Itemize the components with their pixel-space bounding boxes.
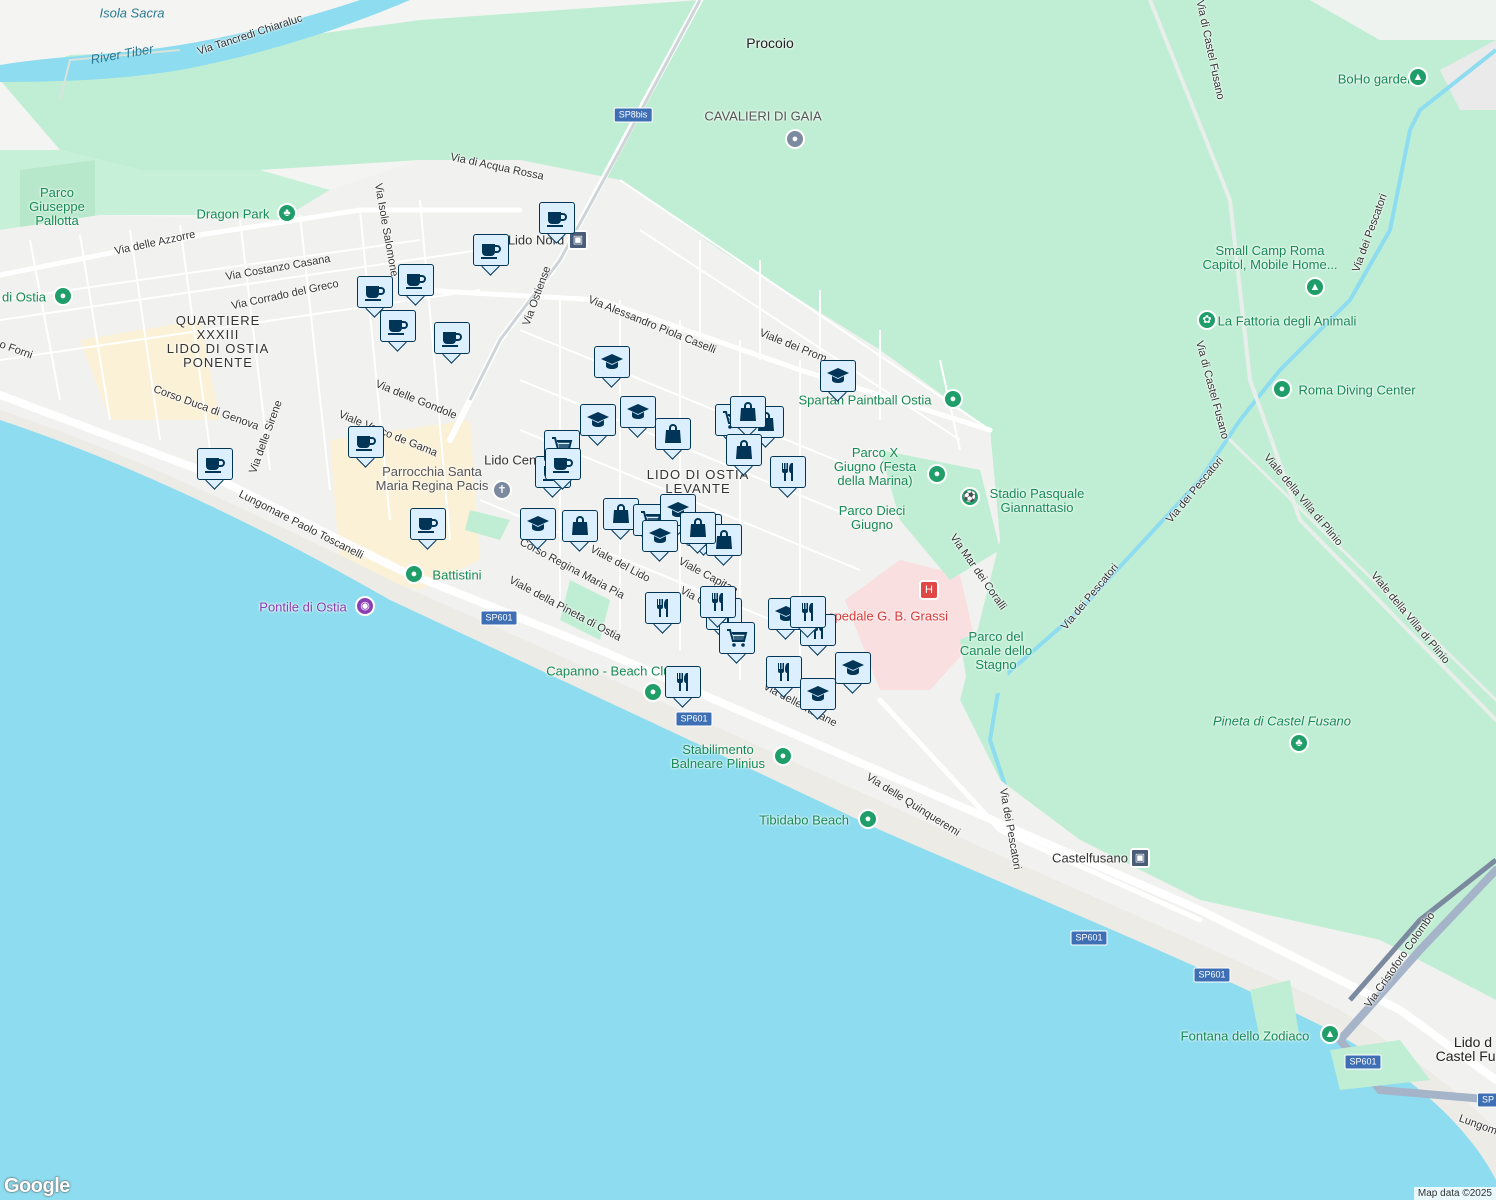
paw-icon[interactable]: ✿: [1197, 310, 1217, 330]
coffee-marker[interactable]: [539, 202, 575, 244]
shopping-icon: [613, 504, 629, 523]
coffee-marker[interactable]: [473, 234, 509, 276]
shopping-icon: [665, 424, 681, 443]
coffee-marker[interactable]: [410, 508, 446, 550]
cart-marker[interactable]: [719, 622, 755, 664]
coffee-icon: [406, 274, 426, 289]
park-pin-icon[interactable]: ●: [927, 464, 947, 484]
coffee-icon: [442, 332, 462, 347]
school-marker[interactable]: [642, 520, 678, 562]
camera-icon[interactable]: ◉: [355, 596, 375, 616]
coffee-marker[interactable]: [380, 310, 416, 352]
shopping-icon: [740, 402, 756, 421]
map-attribution[interactable]: Map data ©2025: [1413, 1187, 1496, 1200]
restaurant-marker[interactable]: [700, 586, 736, 628]
shopping-icon: [736, 440, 752, 459]
school-marker[interactable]: [620, 396, 656, 438]
road-shield: SP601: [1344, 1054, 1382, 1070]
campground-icon[interactable]: ▲: [1305, 277, 1325, 297]
school-icon: [627, 404, 649, 419]
monument-icon[interactable]: ▲: [1320, 1024, 1340, 1044]
school-icon: [527, 516, 549, 531]
restaurant-icon: [778, 663, 789, 681]
google-logo: Google: [4, 1175, 70, 1197]
place-pin-icon[interactable]: ●: [785, 129, 805, 149]
school-marker[interactable]: [820, 360, 856, 402]
shopping-icon: [690, 518, 706, 537]
road-shield: SP: [1476, 1092, 1496, 1108]
shopping-marker[interactable]: [730, 396, 766, 438]
coffee-marker[interactable]: [197, 448, 233, 490]
coffee-icon: [365, 286, 385, 301]
tree-icon[interactable]: ♣: [1289, 733, 1309, 753]
school-icon: [807, 686, 829, 701]
park-pin-icon[interactable]: ●: [943, 389, 963, 409]
restaurant-marker[interactable]: [790, 596, 826, 638]
campground-icon[interactable]: ▲: [1408, 67, 1428, 87]
restaurant-icon: [677, 673, 688, 691]
stadium-icon[interactable]: ⚽: [960, 487, 980, 507]
shopping-marker[interactable]: [726, 434, 762, 476]
coffee-icon: [418, 518, 438, 533]
park-pin-icon[interactable]: ●: [643, 682, 663, 702]
park-pin-icon[interactable]: ●: [858, 809, 878, 829]
coffee-icon: [356, 436, 376, 451]
church-icon[interactable]: ✝: [492, 480, 512, 500]
coffee-marker[interactable]: [434, 322, 470, 364]
school-marker[interactable]: [580, 404, 616, 446]
tree-icon[interactable]: ♣: [277, 203, 297, 223]
restaurant-icon: [657, 599, 668, 617]
coffee-icon: [481, 244, 501, 259]
school-marker[interactable]: [835, 652, 871, 694]
park-pin-icon[interactable]: ●: [773, 746, 793, 766]
restaurant-marker[interactable]: [665, 666, 701, 708]
school-icon: [842, 660, 864, 675]
hospital-icon[interactable]: H: [919, 580, 939, 600]
coffee-icon: [205, 458, 225, 473]
school-marker[interactable]: [800, 678, 836, 720]
park-pin-icon[interactable]: ●: [404, 564, 424, 584]
road-shield: SP601: [480, 610, 518, 626]
school-icon: [827, 368, 849, 383]
restaurant-marker[interactable]: [766, 656, 802, 698]
coffee-marker[interactable]: [545, 448, 581, 490]
coffee-marker[interactable]: [398, 264, 434, 306]
school-icon: [587, 412, 609, 427]
road-shield: SP8bis: [613, 107, 653, 123]
park-pin-icon[interactable]: ●: [1272, 379, 1292, 399]
school-marker[interactable]: [594, 346, 630, 388]
coffee-marker[interactable]: [357, 276, 393, 318]
road-shield: SP601: [1070, 930, 1108, 946]
map-canvas[interactable]: [0, 0, 1496, 1200]
coffee-icon: [547, 212, 567, 227]
park-pin-icon[interactable]: ●: [53, 286, 73, 306]
restaurant-marker[interactable]: [770, 456, 806, 498]
school-icon: [649, 528, 671, 543]
restaurant-marker[interactable]: [645, 592, 681, 634]
shopping-marker[interactable]: [680, 512, 716, 554]
restaurant-icon: [712, 593, 723, 611]
shopping-marker[interactable]: [562, 510, 598, 552]
train-station-icon[interactable]: ▣: [1130, 848, 1150, 868]
restaurant-icon: [802, 603, 813, 621]
road-shield: SP601: [1193, 967, 1231, 983]
school-marker[interactable]: [520, 508, 556, 550]
coffee-icon: [388, 320, 408, 335]
coffee-icon: [553, 458, 573, 473]
restaurant-icon: [782, 463, 793, 481]
road-shield: SP601: [675, 711, 713, 727]
school-icon: [601, 354, 623, 369]
coffee-marker[interactable]: [348, 426, 384, 468]
shopping-icon: [572, 516, 588, 535]
shopping-marker[interactable]: [655, 418, 691, 460]
cart-icon: [727, 629, 748, 647]
